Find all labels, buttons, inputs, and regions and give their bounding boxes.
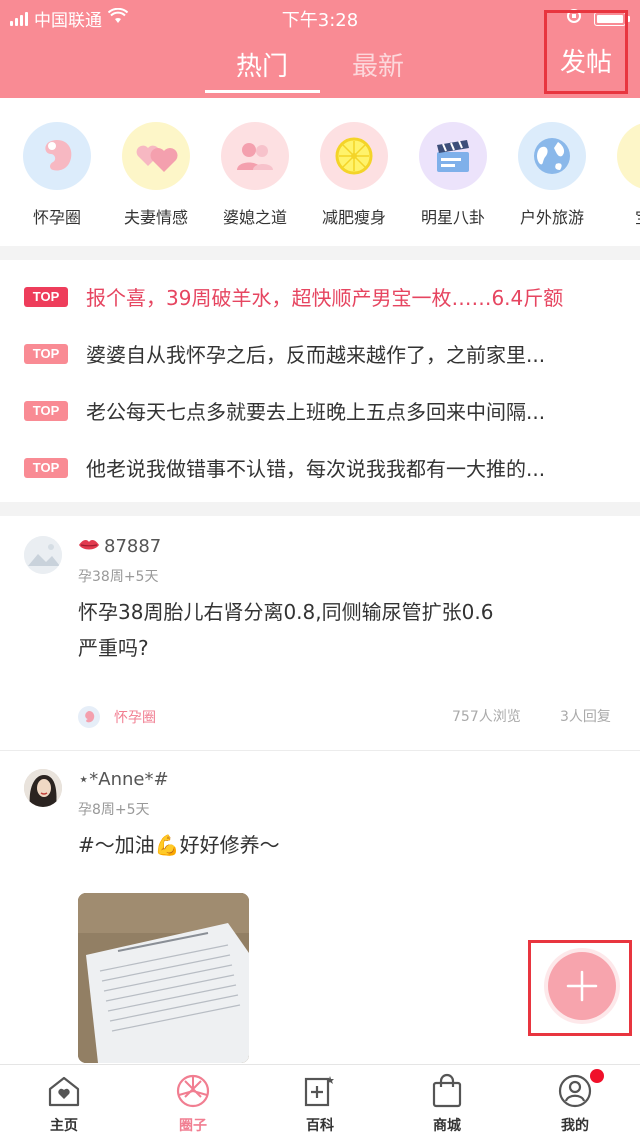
pinned-post-title: 婆婆自从我怀孕之后，反而越来越作了，之前家里... bbox=[86, 343, 546, 367]
author-name: 87887 bbox=[104, 536, 162, 557]
nav-label: 商城 bbox=[433, 1118, 461, 1134]
category-label: 明星八卦 bbox=[420, 208, 485, 227]
category-baby[interactable]: 宝宝 bbox=[606, 122, 640, 228]
top-badge: TOP bbox=[24, 286, 68, 307]
post-footer: 怀孕圈 757人浏览 3人回复 bbox=[78, 706, 618, 730]
add-post-fab[interactable] bbox=[548, 952, 616, 1020]
pinned-post-title: 报个喜，39周破羊水，超快顺产男宝一枚……6.4斤额 bbox=[86, 286, 564, 310]
post-content: #～加油💪好好修养～ bbox=[78, 833, 280, 857]
top-badge: TOP bbox=[24, 400, 68, 421]
category-travel[interactable]: 户外旅游 bbox=[507, 122, 597, 228]
category-label: 夫妻情感 bbox=[123, 208, 188, 227]
globe-icon bbox=[518, 122, 586, 190]
post-author[interactable]: 87887 bbox=[78, 536, 161, 557]
category-label: 婆媳之道 bbox=[222, 208, 287, 227]
pinned-posts: TOP 报个喜，39周破羊水，超快顺产男宝一枚……6.4斤额 TOP 婆婆自从我… bbox=[0, 260, 640, 502]
active-tab-indicator bbox=[205, 90, 320, 93]
top-badge: TOP bbox=[24, 343, 68, 364]
nav-label: 百科 bbox=[306, 1118, 334, 1134]
pinned-post-title: 老公每天七点多就要去上班晚上五点多回来中间隔... bbox=[86, 400, 546, 424]
section-divider bbox=[0, 502, 640, 516]
nav-label: 我的 bbox=[561, 1118, 589, 1134]
reply-count: 3人回复 bbox=[560, 709, 611, 725]
post-content-line: 怀孕38周胎儿右肾分离0.8,同侧输尿管扩张0.6 bbox=[78, 600, 494, 624]
pinned-post-row[interactable]: TOP 婆婆自从我怀孕之后，反而越来越作了，之前家里... bbox=[0, 325, 640, 382]
clapperboard-icon bbox=[419, 122, 487, 190]
plus-icon bbox=[566, 970, 598, 1002]
nav-circles[interactable]: 圈子 bbox=[153, 1073, 233, 1135]
feed-post[interactable]: 87887 孕38周+5天 怀孕38周胎儿右肾分离0.8,同侧输尿管扩张0.6 … bbox=[0, 516, 640, 748]
pregnancy-stage: 孕8周+5天 bbox=[78, 802, 150, 818]
circle-name: 怀孕圈 bbox=[114, 710, 156, 726]
pinned-post-row[interactable]: TOP 他老说我做错事不认错，每次说我我都有一大推的... bbox=[0, 439, 640, 496]
pregnancy-icon bbox=[78, 706, 100, 728]
circle-tag[interactable]: 怀孕圈 bbox=[78, 706, 156, 728]
category-label: 户外旅游 bbox=[519, 208, 584, 227]
nav-label: 主页 bbox=[50, 1118, 78, 1134]
section-divider bbox=[0, 246, 640, 260]
lemon-icon bbox=[320, 122, 388, 190]
category-label: 怀孕圈 bbox=[32, 208, 81, 227]
home-icon bbox=[46, 1073, 82, 1109]
pregnancy-stage: 孕38周+5天 bbox=[78, 569, 159, 585]
top-badge: TOP bbox=[24, 457, 68, 478]
category-bar: 怀孕圈 夫妻情感 婆媳之道 减肥瘦身 明星八卦 户外旅游 宝宝 bbox=[0, 98, 640, 246]
nav-encyclopedia[interactable]: 百科 bbox=[280, 1073, 360, 1135]
nav-shop[interactable]: 商城 bbox=[407, 1073, 487, 1135]
pinned-post-row[interactable]: TOP 老公每天七点多就要去上班晚上五点多回来中间隔... bbox=[0, 382, 640, 439]
circle-icon bbox=[175, 1073, 211, 1109]
category-inlaws[interactable]: 婆媳之道 bbox=[210, 122, 300, 228]
post-content: 怀孕38周胎儿右肾分离0.8,同侧输尿管扩张0.6 严重吗? bbox=[78, 594, 598, 666]
baby-icon bbox=[617, 122, 640, 190]
category-celebrity[interactable]: 明星八卦 bbox=[408, 122, 498, 228]
post-content-line: 严重吗? bbox=[78, 636, 149, 660]
post-author[interactable]: ⋆*Anne*# bbox=[78, 769, 169, 790]
encyclopedia-icon bbox=[302, 1073, 338, 1109]
author-name: ⋆*Anne*# bbox=[78, 769, 169, 790]
category-couples[interactable]: 夫妻情感 bbox=[111, 122, 201, 228]
pinned-post-row[interactable]: TOP 报个喜，39周破羊水，超快顺产男宝一枚……6.4斤额 bbox=[0, 268, 640, 325]
lips-icon bbox=[78, 536, 100, 557]
nav-label: 圈子 bbox=[179, 1118, 207, 1134]
hearts-icon bbox=[122, 122, 190, 190]
post-button[interactable]: 发帖 bbox=[544, 10, 628, 94]
avatar[interactable] bbox=[24, 769, 62, 807]
bottom-nav: 主页 圈子 百科 商城 我的 bbox=[0, 1064, 640, 1138]
post-photo[interactable] bbox=[78, 893, 249, 1063]
pinned-post-title: 他老说我做错事不认错，每次说我我都有一大推的... bbox=[86, 457, 546, 481]
category-pregnancy[interactable]: 怀孕圈 bbox=[12, 122, 102, 228]
nav-home[interactable]: 主页 bbox=[24, 1073, 104, 1135]
notification-dot bbox=[590, 1069, 604, 1083]
tab-latest[interactable]: 最新 bbox=[352, 46, 404, 83]
category-label: 宝宝 bbox=[606, 204, 640, 228]
category-label: 减肥瘦身 bbox=[321, 208, 386, 227]
profile-icon bbox=[557, 1073, 593, 1109]
pregnancy-icon bbox=[23, 122, 91, 190]
tab-hot[interactable]: 热门 bbox=[236, 46, 288, 83]
avatar[interactable] bbox=[24, 536, 62, 574]
shopping-bag-icon bbox=[429, 1073, 465, 1109]
people-icon bbox=[221, 122, 289, 190]
category-diet[interactable]: 减肥瘦身 bbox=[309, 122, 399, 228]
nav-profile[interactable]: 我的 bbox=[535, 1073, 615, 1135]
view-count: 757人浏览 bbox=[452, 709, 521, 725]
